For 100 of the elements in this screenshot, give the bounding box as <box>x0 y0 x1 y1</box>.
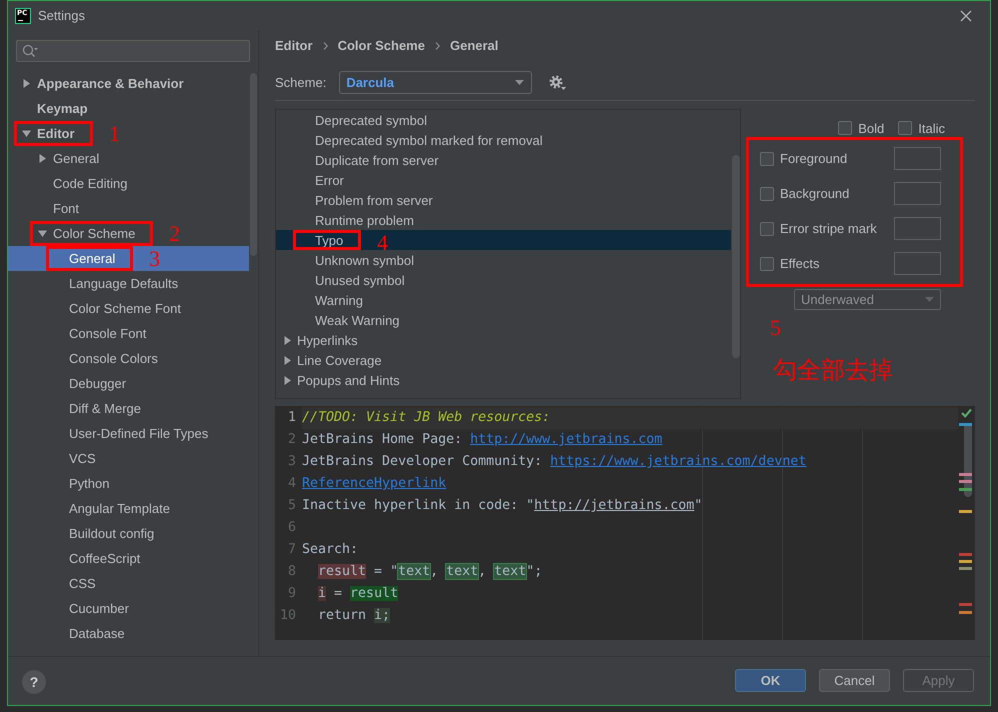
search-field[interactable] <box>16 40 250 62</box>
tree-item[interactable]: Debugger <box>8 371 249 396</box>
caret-icon <box>515 80 524 85</box>
line-number: 8 <box>286 563 297 581</box>
code-line: return i; <box>317 607 392 625</box>
tree-item[interactable]: Python <box>8 471 249 496</box>
tree-item[interactable]: Keymap <box>8 96 249 121</box>
tree-item[interactable]: Runtime problem <box>276 210 731 230</box>
scheme-label: Scheme: <box>275 75 326 90</box>
annotation-number: 3 <box>149 248 160 270</box>
chevron-icon <box>434 42 440 50</box>
checkbox-label: Effects <box>780 256 820 271</box>
tree-item[interactable]: General <box>8 146 249 171</box>
tree-item[interactable]: Color Scheme Font <box>8 296 249 321</box>
tree-item[interactable]: Angular Template <box>8 496 249 521</box>
tree-item[interactable]: Problem from server <box>276 190 731 210</box>
tree-item[interactable]: Hyperlinks <box>276 330 731 350</box>
tree-item[interactable]: Font <box>8 196 249 221</box>
caret-icon <box>925 297 934 302</box>
checkbox-label: Foreground <box>780 151 848 166</box>
tree-item[interactable]: CoffeeScript <box>8 546 249 571</box>
help-button[interactable]: ? <box>22 670 46 694</box>
chevron-icon <box>322 42 328 50</box>
color-field[interactable] <box>894 252 941 275</box>
annotation-box <box>293 230 361 250</box>
tree-item[interactable]: Duplicate from server <box>276 150 731 170</box>
code-line: JetBrains Developer Community: https://www.jetbrains.com/devnet <box>302 453 808 471</box>
tree-item[interactable]: Database <box>8 621 249 646</box>
triangle-right-icon[interactable] <box>283 356 292 364</box>
tree-item[interactable]: Popups and Hints <box>276 370 731 390</box>
breadcrumb-item: Color Scheme <box>338 38 425 53</box>
tree-item[interactable]: Console Colors <box>8 346 249 371</box>
tree-item[interactable]: Buildout config <box>8 521 249 546</box>
code-line: Search: <box>302 541 360 559</box>
tree-item[interactable]: Appearance & Behavior <box>8 71 249 96</box>
tree-item[interactable]: Editor 1 <box>8 121 249 146</box>
tree-item[interactable]: Code Editing <box>8 171 249 196</box>
gear-icon[interactable] <box>549 74 566 90</box>
checkbox-label: Bold <box>858 120 884 136</box>
triangle-down-icon[interactable] <box>38 229 47 238</box>
breadcrumb-item: General <box>450 38 498 53</box>
checkbox-label: Italic <box>918 120 945 136</box>
scrollbar-thumb[interactable] <box>250 73 257 256</box>
code-link[interactable]: ReferenceHyperlink <box>302 476 446 491</box>
tree-item[interactable]: Line Coverage <box>276 350 731 370</box>
code-line: JetBrains Home Page: http://www.jetbrains.com <box>302 431 664 449</box>
tree-item[interactable]: Diff & Merge <box>8 396 249 421</box>
tree-item[interactable]: Typo 4 <box>276 230 731 250</box>
code-line: result = "text, text, text"; <box>317 563 544 581</box>
tree-item[interactable]: Weak Warning <box>276 310 731 330</box>
tree-item[interactable]: Warning <box>276 290 731 310</box>
color-field[interactable] <box>894 182 941 205</box>
code-line: Inactive hyperlink in code: "http://jetbrains.com" <box>302 497 704 515</box>
tree-item[interactable]: CSS <box>8 571 249 596</box>
line-number: 3 <box>286 453 297 471</box>
tree-item[interactable]: Language Defaults <box>8 271 249 296</box>
tree-item[interactable]: General 3 <box>8 246 249 271</box>
annotation-number: 1 <box>109 123 120 145</box>
window-title: Settings <box>38 8 85 23</box>
scrollbar-thumb[interactable] <box>732 155 740 358</box>
check-icon <box>961 408 972 418</box>
checkbox[interactable] <box>760 256 774 270</box>
checkbox[interactable] <box>760 152 774 166</box>
search-icon <box>22 44 38 58</box>
code-link[interactable]: https://www.jetbrains.com/devnet <box>550 454 806 469</box>
color-field[interactable] <box>894 217 941 240</box>
line-number: 10 <box>278 607 297 625</box>
cancel-button[interactable]: Cancel <box>819 669 890 692</box>
line-number: 5 <box>286 497 297 515</box>
triangle-down-icon[interactable] <box>22 129 31 138</box>
close-icon[interactable] <box>960 10 972 22</box>
breadcrumb-item: Editor <box>275 38 313 53</box>
line-number: 2 <box>286 431 297 449</box>
annotation-note: 勾全部去掉 <box>773 359 893 383</box>
tree-item[interactable]: Unused symbol <box>276 270 731 290</box>
tree-item[interactable]: Deprecated symbol marked for removal <box>276 130 731 150</box>
checkbox[interactable] <box>838 121 852 135</box>
checkbox[interactable] <box>760 186 774 200</box>
triangle-right-icon[interactable] <box>38 154 47 163</box>
tree-item[interactable]: User-Defined File Types <box>8 421 249 446</box>
line-number: 1 <box>286 409 297 427</box>
color-field[interactable] <box>894 147 941 170</box>
tree-item[interactable]: Error <box>276 170 731 190</box>
checkbox[interactable] <box>898 121 912 135</box>
checkbox-label: Error stripe mark <box>780 221 877 236</box>
tree-item[interactable]: Cucumber <box>8 596 249 621</box>
annotation-number: 5 <box>770 317 781 339</box>
triangle-right-icon[interactable] <box>22 79 31 88</box>
ok-button[interactable]: OK <box>735 669 806 692</box>
line-number: 6 <box>286 519 297 537</box>
tree-item[interactable]: VCS <box>8 446 249 471</box>
tree-item[interactable]: Color Scheme 2 <box>8 221 249 246</box>
scheme-dropdown[interactable]: Darcula <box>339 71 532 94</box>
code-line: i = result <box>317 585 400 603</box>
tree-item[interactable]: Console Font <box>8 321 249 346</box>
triangle-right-icon[interactable] <box>283 376 292 384</box>
checkbox[interactable] <box>760 222 774 236</box>
tree-item[interactable]: Deprecated symbol <box>276 110 731 130</box>
code-link[interactable]: http://www.jetbrains.com <box>470 432 662 447</box>
triangle-right-icon[interactable] <box>283 336 292 344</box>
